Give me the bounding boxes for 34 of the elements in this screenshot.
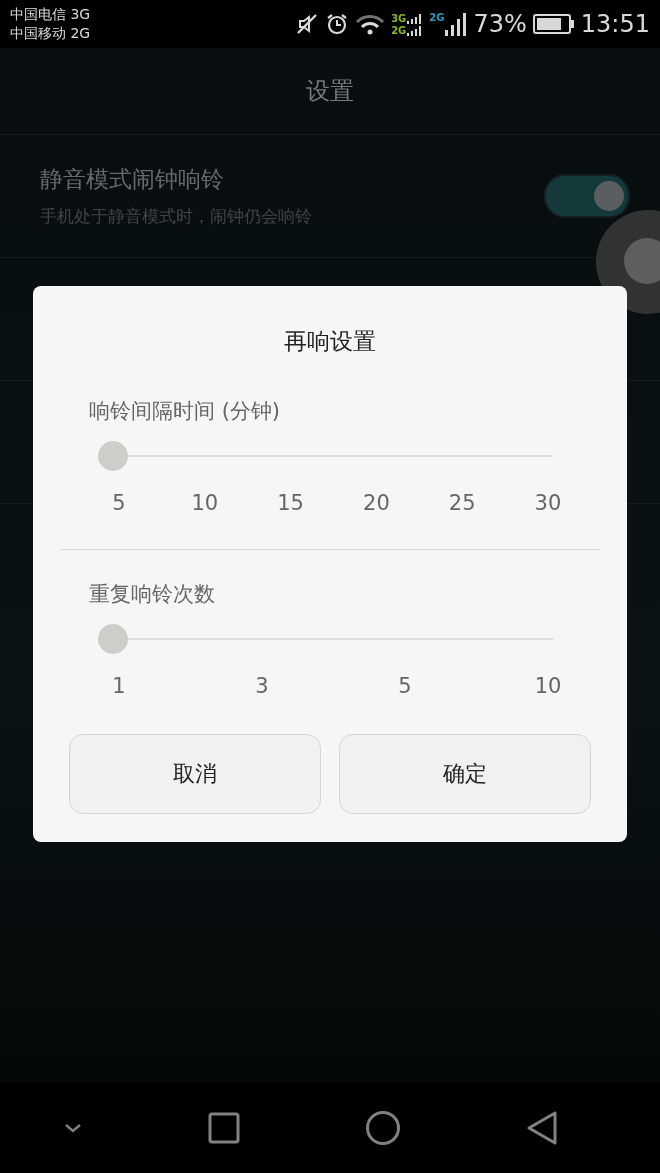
signal-icon: [445, 12, 468, 36]
slider-label: 重复响铃次数: [89, 581, 216, 608]
carrier-name: 中国电信 3G: [10, 5, 91, 24]
battery-icon: [532, 13, 575, 35]
battery-percentage: 73%: [473, 10, 527, 38]
setting-title: 静音模式闹钟响铃: [40, 165, 225, 194]
tick-label: 20: [362, 491, 391, 515]
toggle-switch[interactable]: [544, 174, 630, 218]
network-type: 2G: [429, 12, 445, 23]
tick-label: 25: [447, 491, 477, 515]
cancel-button[interactable]: 取消: [69, 734, 321, 814]
circle-icon[interactable]: [364, 1110, 401, 1146]
clock-time: 13:51: [580, 10, 650, 38]
tick-label: 10: [190, 491, 220, 515]
slider-label: 响铃间隔时间 (分钟): [89, 398, 282, 425]
network-type: 3G: [391, 12, 407, 24]
square-icon[interactable]: [207, 1112, 240, 1144]
network-type: 2G: [391, 24, 407, 36]
screen-title: 设置: [306, 76, 354, 107]
tick-label: 5: [397, 674, 413, 698]
tick-label: 1: [111, 674, 127, 698]
tick-label: 5: [111, 491, 127, 515]
tick-label: 10: [533, 674, 563, 698]
wifi-icon: [355, 12, 386, 36]
triangle-icon[interactable]: [525, 1110, 558, 1146]
dialog-title: 再响设置: [283, 327, 377, 356]
signal-icon: [407, 25, 424, 36]
tick-label: 3: [254, 674, 270, 698]
muted-speaker-icon: [295, 12, 320, 36]
tick-label: 30: [533, 491, 563, 515]
tick-label: 15: [276, 491, 305, 515]
signal-icon: [407, 13, 424, 24]
carrier-name: 中国移动 2G: [10, 24, 91, 43]
confirm-button[interactable]: 确定: [339, 734, 591, 814]
